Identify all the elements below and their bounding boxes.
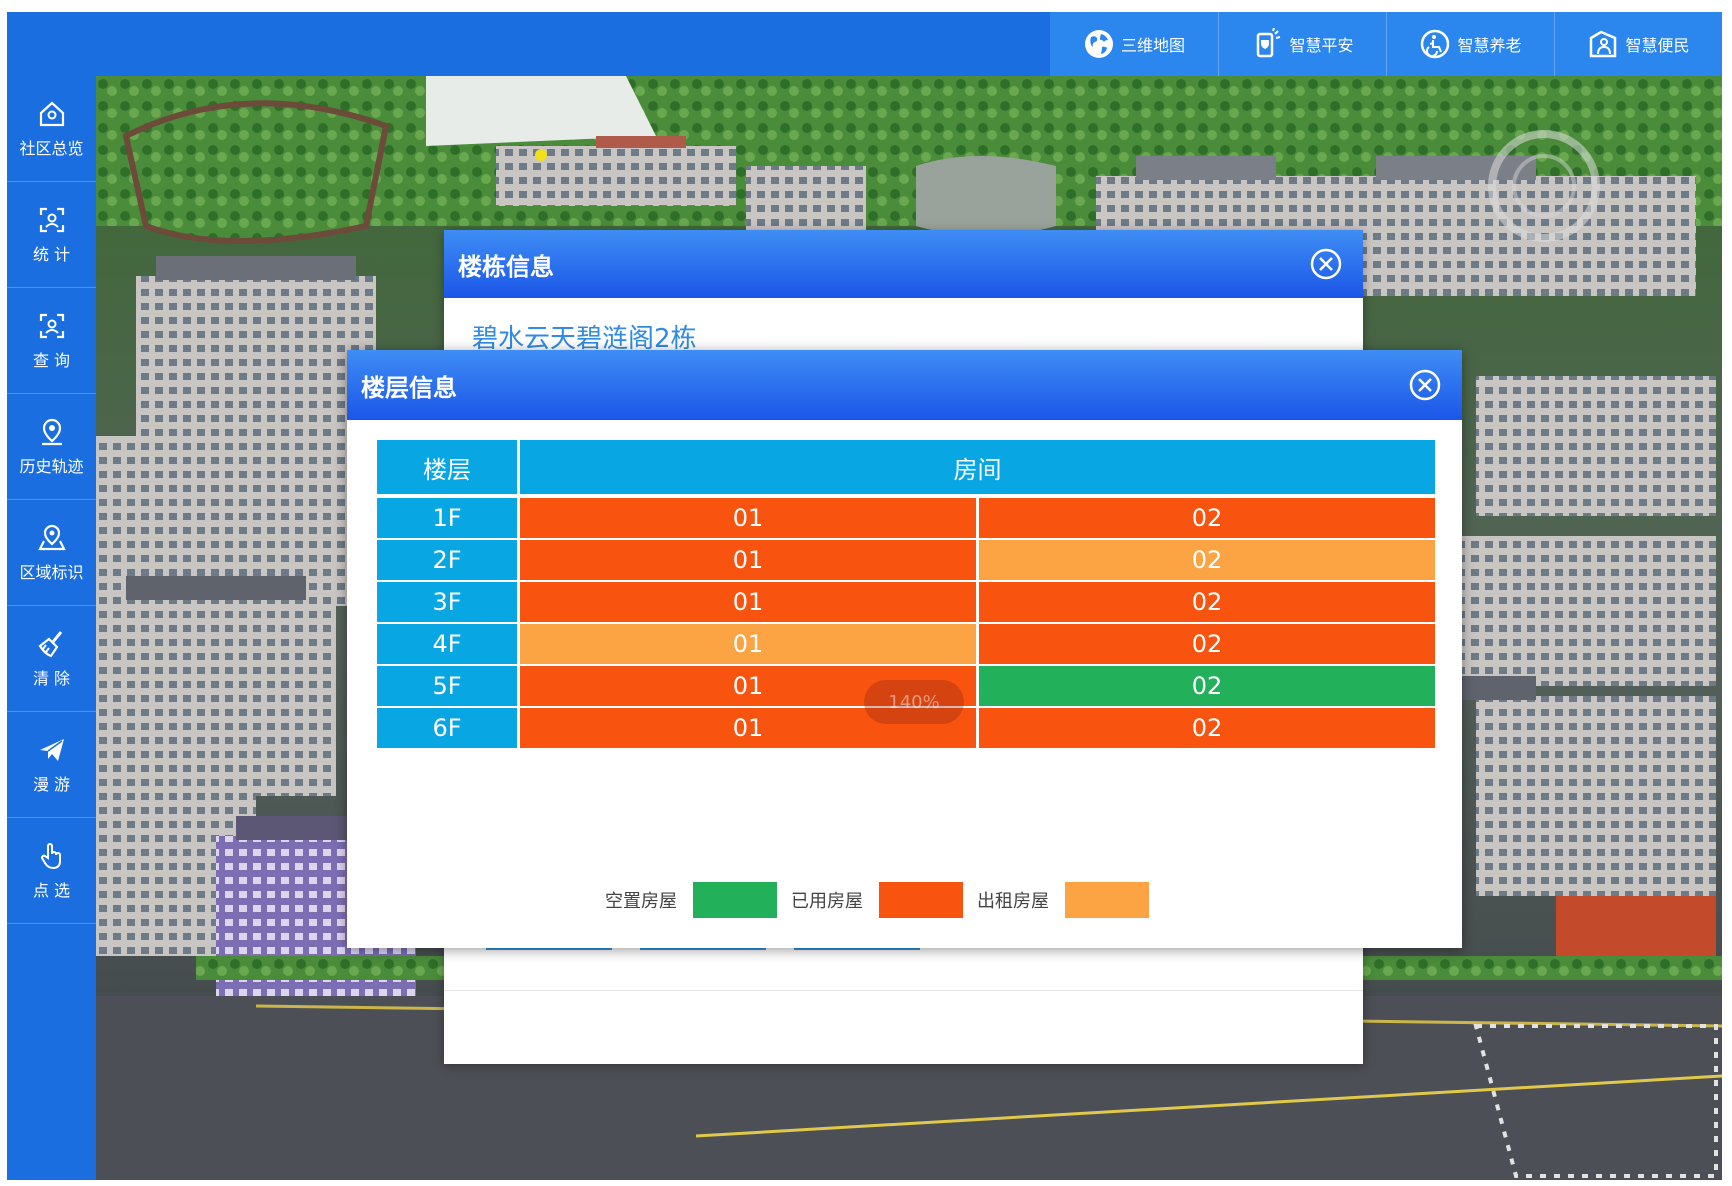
floor-panel-header: 楼层信息 (347, 350, 1462, 420)
sidebar-item-query[interactable]: 查 询 (7, 288, 96, 394)
pointer-hand-icon (40, 842, 61, 869)
sidebar-item-statistics[interactable]: 统 计 (7, 182, 96, 288)
room-cell[interactable]: 01 (520, 624, 976, 664)
header-floor: 楼层 (377, 440, 517, 494)
sidebar-item-label: 统 计 (32, 244, 71, 264)
room-cell[interactable]: 02 (979, 708, 1435, 748)
sidebar-item-overview[interactable]: 社区总览 (7, 76, 96, 182)
floor-info-panel: 楼层信息 楼层 房间 1F 01 02 2F 01 02 3F 01 02 4F 01 02 5F 01 0… (347, 350, 1462, 948)
app-window: 三维地图 智慧平安 智慧养老 智慧便民 社区总览 统 计 查 询 历史轨迹 区域… (7, 12, 1722, 1180)
top-nav: 三维地图 智慧平安 智慧养老 智慧便民 (1050, 12, 1722, 76)
sidebar-item-label: 历史轨迹 (19, 456, 84, 476)
room-cell[interactable]: 02 (979, 582, 1435, 622)
building-panel-title: 楼栋信息 (458, 252, 554, 281)
close-icon[interactable] (1309, 247, 1343, 281)
sidebar-item-history-track[interactable]: 历史轨迹 (7, 394, 96, 500)
floor-cell: 5F (377, 666, 517, 706)
topnav-label: 智慧平安 (1289, 36, 1354, 55)
sidebar-item-clear[interactable]: 清 除 (7, 606, 96, 712)
table-header: 楼层 房间 (377, 440, 1435, 494)
table-row: 1F 01 02 (377, 498, 1435, 538)
legend-label-used: 已用房屋 (791, 891, 863, 912)
elderly-care-icon (1421, 29, 1450, 59)
legend-label-rented: 出租房屋 (977, 891, 1049, 912)
floor-cell: 1F (377, 498, 517, 538)
sidebar-item-roam[interactable]: 漫 游 (7, 712, 96, 818)
topnav-label: 智慧养老 (1457, 36, 1522, 55)
topnav-item-3d-map[interactable]: 三维地图 (1050, 12, 1218, 76)
floor-cell: 3F (377, 582, 517, 622)
building-panel-header: 楼栋信息 (444, 230, 1363, 298)
floor-cell: 4F (377, 624, 517, 664)
table-row: 2F 01 02 (377, 540, 1435, 580)
sidebar-item-label: 清 除 (32, 668, 71, 688)
top-bar: 三维地图 智慧平安 智慧养老 智慧便民 (7, 12, 1722, 76)
table-row: 4F 01 02 (377, 624, 1435, 664)
left-sidebar: 社区总览 统 计 查 询 历史轨迹 区域标识 清 除 漫 游 点 选 (7, 76, 96, 1180)
sidebar-item-label: 社区总览 (19, 138, 84, 158)
room-cell[interactable]: 01 (520, 582, 976, 622)
zoom-badge: 140% (864, 680, 964, 724)
sidebar-item-area-marker[interactable]: 区域标识 (7, 500, 96, 606)
safety-phone-icon (1257, 28, 1281, 58)
room-cell[interactable]: 02 (979, 498, 1435, 538)
sidebar-item-pick[interactable]: 点 选 (7, 818, 96, 924)
broom-icon (38, 630, 62, 657)
close-icon[interactable] (1408, 368, 1442, 402)
location-pin-icon (41, 418, 62, 445)
legend-swatch-vacant (693, 882, 777, 918)
topnav-label: 智慧便民 (1625, 36, 1690, 55)
legend-label-vacant: 空置房屋 (605, 891, 677, 912)
query-icon (39, 313, 64, 338)
legend-swatch-used (879, 882, 963, 918)
sidebar-item-label: 点 选 (32, 880, 71, 900)
divider (444, 990, 1363, 991)
table-row: 3F 01 02 (377, 582, 1435, 622)
header-room: 房间 (520, 440, 1435, 494)
topnav-item-smart-safety[interactable]: 智慧平安 (1218, 12, 1386, 76)
statistics-icon (39, 207, 64, 232)
sidebar-item-label: 查 询 (32, 350, 71, 370)
room-cell[interactable]: 01 (520, 540, 976, 580)
sidebar-item-label: 漫 游 (32, 774, 71, 794)
topnav-item-smart-convenience[interactable]: 智慧便民 (1554, 12, 1722, 76)
floor-panel-title: 楼层信息 (361, 373, 457, 402)
topnav-label: 三维地图 (1120, 36, 1185, 55)
legend-swatch-rented (1065, 882, 1149, 918)
area-marker-icon (37, 524, 66, 550)
room-cell[interactable]: 02 (979, 666, 1435, 706)
home-icon (39, 101, 64, 126)
paper-plane-icon (39, 738, 64, 761)
room-cell[interactable]: 02 (979, 540, 1435, 580)
room-cell[interactable]: 02 (979, 624, 1435, 664)
floor-cell: 6F (377, 708, 517, 748)
convenience-icon (1590, 30, 1617, 58)
floor-cell: 2F (377, 540, 517, 580)
sidebar-item-label: 区域标识 (19, 562, 84, 582)
topnav-item-smart-elderly[interactable]: 智慧养老 (1386, 12, 1554, 76)
globe-icon (1084, 30, 1113, 58)
room-cell[interactable]: 01 (520, 498, 976, 538)
legend: 空置房屋 已用房屋 出租房屋 (605, 882, 1163, 918)
